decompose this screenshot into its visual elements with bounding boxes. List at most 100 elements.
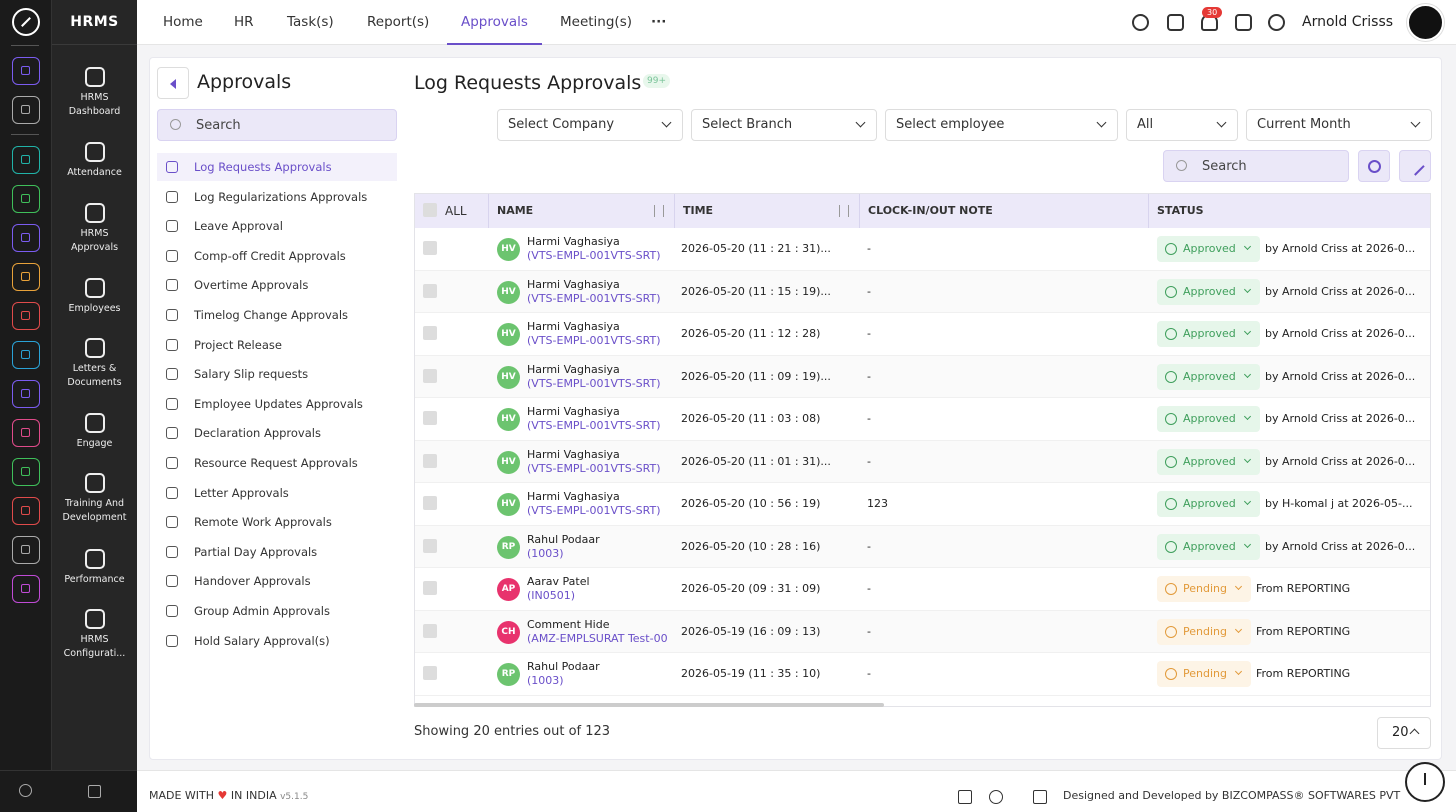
menu-item-leave-approval[interactable]: Leave Approval <box>157 212 397 240</box>
name-column-header[interactable]: NAME <box>489 194 675 228</box>
table-row[interactable]: HV Harmi Vaghasiya (VTS-EMPL-001VTS-SRT) 20… <box>415 440 1430 483</box>
file-rail-button[interactable] <box>12 458 40 486</box>
row-checkbox[interactable] <box>423 453 437 468</box>
menu-item-timelog-change-approvals[interactable]: Timelog Change Approvals <box>157 301 397 329</box>
status-badge[interactable]: Pending <box>1157 661 1251 687</box>
row-checkbox[interactable] <box>423 411 437 425</box>
employee-name-cell[interactable]: Aarav Patel (IN0501) <box>527 575 673 603</box>
module-training-and-development[interactable]: Training And Development <box>52 473 137 525</box>
settings-gear-icon[interactable] <box>1268 14 1285 31</box>
status-badge[interactable]: Approved <box>1157 491 1260 517</box>
time-column-header[interactable]: TIME <box>675 194 860 228</box>
menu-item-salary-slip-requests[interactable]: Salary Slip requests <box>157 360 397 388</box>
select-all-header[interactable]: ALL <box>415 194 489 228</box>
search-icon[interactable] <box>1132 14 1149 31</box>
hand-rail-button[interactable] <box>12 263 40 291</box>
employee-code[interactable]: (VTS-EMPL-001VTS-SRT) <box>527 377 673 391</box>
status-badge[interactable]: Approved <box>1157 448 1260 475</box>
module-attendance[interactable]: Attendance <box>52 142 137 180</box>
table-search-input[interactable]: Search <box>1163 150 1349 182</box>
apps-grid-icon[interactable] <box>1235 14 1252 31</box>
row-checkbox[interactable] <box>423 623 437 638</box>
refresh-button[interactable] <box>1358 150 1390 182</box>
timer-clock-icon[interactable] <box>1405 762 1445 802</box>
approvals-search-input[interactable]: Search <box>157 109 397 141</box>
windows-icon[interactable] <box>958 790 972 804</box>
menu-item-partial-day-approvals[interactable]: Partial Day Approvals <box>157 538 397 566</box>
module-employees[interactable]: Employees <box>52 278 137 316</box>
search-icon[interactable] <box>19 784 32 797</box>
book-rail-button[interactable] <box>12 341 40 369</box>
menu-item-project-release[interactable]: Project Release <box>157 331 397 359</box>
target-rail-button[interactable] <box>12 302 40 330</box>
row-checkbox[interactable] <box>423 283 437 298</box>
menu-item-hold-salary-approval-s[interactable]: Hold Salary Approval(s) <box>157 627 397 655</box>
module-hrms-dashboard[interactable]: HRMS Dashboard <box>52 67 137 119</box>
table-row[interactable]: CH Comment Hide (AMZ-EMPLSURAT Test-00 2026… <box>415 610 1430 653</box>
employee-name-cell[interactable]: Harmi Vaghasiya (VTS-EMPL-001VTS-SRT) <box>527 490 673 518</box>
more-nav-icon[interactable]: ··· <box>651 0 666 45</box>
menu-item-employee-updates-approvals[interactable]: Employee Updates Approvals <box>157 390 397 418</box>
status-badge[interactable]: Approved <box>1157 406 1260 432</box>
nav-meetings[interactable]: Meeting(s) <box>560 0 632 45</box>
table-row[interactable]: HV Harmi Vaghasiya (VTS-EMPL-001VTS-SRT) 20… <box>415 228 1430 271</box>
employee-code[interactable]: (VTS-EMPL-001VTS-SRT) <box>527 504 673 518</box>
row-checkbox[interactable] <box>423 538 437 553</box>
menu-item-handover-approvals[interactable]: Handover Approvals <box>157 567 397 595</box>
status-badge[interactable]: Approved <box>1157 533 1260 560</box>
employee-code[interactable]: (AMZ-EMPLSURAT Test-00 <box>527 632 673 646</box>
nav-tasks[interactable]: Task(s) <box>287 0 334 45</box>
employee-code[interactable]: (VTS-EMPL-001VTS-SRT) <box>527 419 673 433</box>
chart-rail-button[interactable] <box>12 380 40 408</box>
briefcase-rail-button[interactable] <box>12 224 40 252</box>
status-badge[interactable]: Approved <box>1157 363 1260 390</box>
menu-item-group-admin-approvals[interactable]: Group Admin Approvals <box>157 597 397 625</box>
row-checkbox[interactable] <box>423 496 437 510</box>
menu-item-overtime-approvals[interactable]: Overtime Approvals <box>157 271 397 299</box>
employee-name-cell[interactable]: Harmi Vaghasiya (VTS-EMPL-001VTS-SRT) <box>527 320 673 348</box>
status-badge[interactable]: Approved <box>1157 278 1260 305</box>
employee-name-cell[interactable]: Harmi Vaghasiya (VTS-EMPL-001VTS-SRT) <box>527 448 673 476</box>
status-filter-select[interactable]: All <box>1126 109 1238 141</box>
row-checkbox[interactable] <box>423 581 437 595</box>
employee-name-cell[interactable]: Harmi Vaghasiya (VTS-EMPL-001VTS-SRT) <box>527 363 673 391</box>
module-hrms-approvals[interactable]: HRMS Approvals <box>52 203 137 255</box>
select-all-checkbox[interactable] <box>423 203 437 217</box>
employee-code[interactable]: (IN0501) <box>527 589 673 603</box>
module-letters-documents[interactable]: Letters & Documents <box>52 338 137 390</box>
monitor-rail-button[interactable] <box>12 419 40 447</box>
employee-name-cell[interactable]: Harmi Vaghasiya (VTS-EMPL-001VTS-SRT) <box>527 235 673 263</box>
compass-logo-icon[interactable] <box>12 8 40 36</box>
nav-home[interactable]: Home <box>163 0 203 45</box>
sort-icon[interactable] <box>839 205 849 217</box>
nav-approvals[interactable]: Approvals <box>447 0 542 45</box>
row-checkbox[interactable] <box>423 368 437 383</box>
user-avatar[interactable] <box>1407 4 1444 41</box>
collapse-sidebar-icon[interactable] <box>88 785 101 798</box>
leaf-rail-button[interactable] <box>12 185 40 213</box>
people-rail-button[interactable] <box>12 146 40 174</box>
row-checkbox[interactable] <box>423 666 437 680</box>
pin-rail-button[interactable] <box>12 96 40 124</box>
employee-code[interactable]: (VTS-EMPL-001VTS-SRT) <box>527 462 673 476</box>
menu-item-letter-approvals[interactable]: Letter Approvals <box>157 479 397 507</box>
employee-name-cell[interactable]: Rahul Podaar (1003) <box>527 660 673 688</box>
module-engage[interactable]: Engage <box>52 413 137 451</box>
module-hrms-configurati[interactable]: HRMS Configurati... <box>52 609 137 661</box>
employee-select[interactable]: Select employee <box>885 109 1118 141</box>
status-badge[interactable]: Pending <box>1157 576 1251 602</box>
menu-item-comp-off-credit-approvals[interactable]: Comp-off Credit Approvals <box>157 242 397 270</box>
status-badge[interactable]: Approved <box>1157 236 1260 262</box>
clear-filter-button[interactable] <box>1399 150 1431 182</box>
table-row[interactable]: HV Harmi Vaghasiya (VTS-EMPL-001VTS-SRT) 20… <box>415 270 1430 313</box>
sort-icon[interactable] <box>654 205 664 217</box>
table-row[interactable]: RP Rahul Podaar (1003) 2026-05-20 (10 : 28 … <box>415 525 1430 568</box>
menu-item-declaration-approvals[interactable]: Declaration Approvals <box>157 419 397 447</box>
employee-code[interactable]: (VTS-EMPL-001VTS-SRT) <box>527 292 673 306</box>
settings-hex-rail-button[interactable] <box>12 575 40 603</box>
period-select[interactable]: Current Month <box>1246 109 1432 141</box>
employee-code[interactable]: (1003) <box>527 674 673 688</box>
employee-name-cell[interactable]: Harmi Vaghasiya (VTS-EMPL-001VTS-SRT) <box>527 278 673 306</box>
employee-code[interactable]: (1003) <box>527 547 673 561</box>
table-row[interactable]: HV Harmi Vaghasiya (VTS-EMPL-001VTS-SRT) 20… <box>415 313 1430 356</box>
